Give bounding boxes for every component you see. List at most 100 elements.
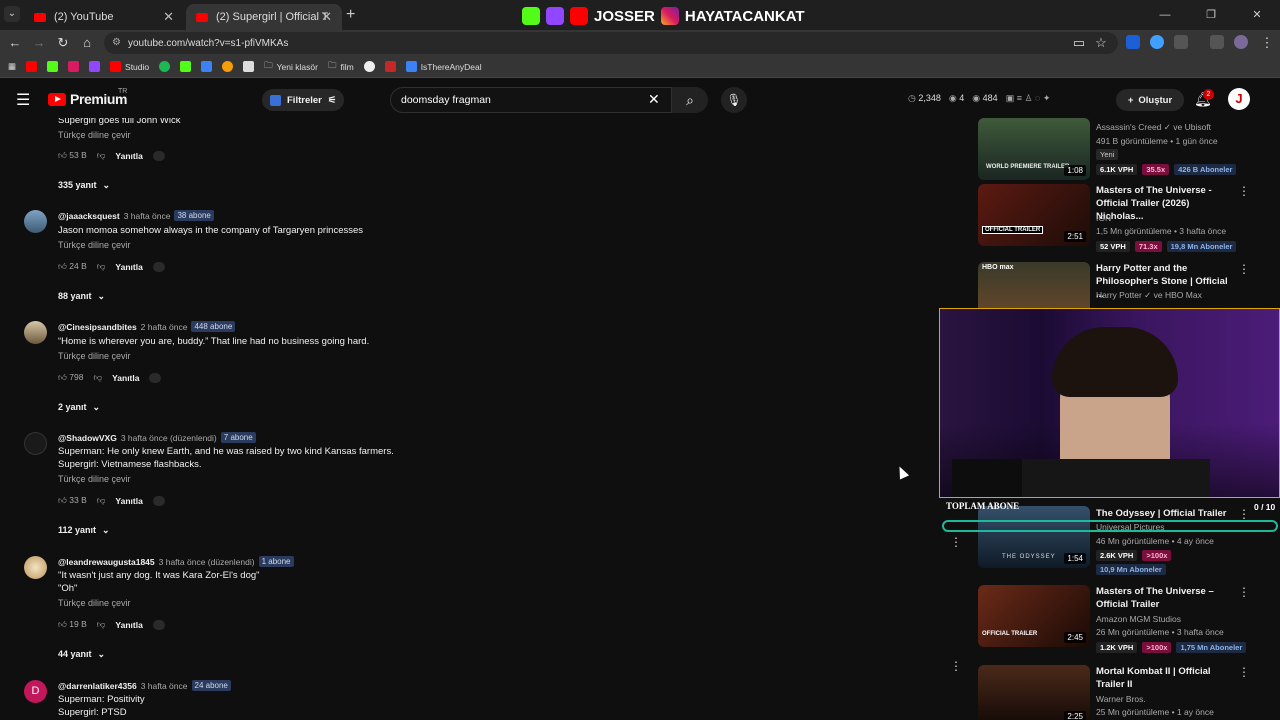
window-close-icon[interactable]: ✕ — [1234, 0, 1280, 30]
avatar[interactable] — [24, 321, 47, 344]
avatar[interactable]: D — [24, 680, 47, 703]
sidebar-video[interactable]: WORLD PREMIERE TRAILER 1:08 Assassin's C… — [978, 118, 1278, 180]
bookmark-other[interactable] — [222, 61, 234, 72]
comment-handle[interactable]: @darrenlatiker4356 — [58, 681, 137, 691]
dislike-icon[interactable]: 👎︎ — [93, 372, 102, 383]
tool-icons[interactable]: ▣ ≡ ♙ ◌ ✦ — [1006, 93, 1051, 104]
menu-icon[interactable]: ☰ — [16, 90, 30, 110]
dislike-icon[interactable]: 👎︎ — [97, 619, 106, 630]
new-tab-button[interactable]: + — [346, 6, 355, 24]
sidebar-video[interactable]: OFFICIAL TRAILER 2:45 Masters of The Uni… — [978, 585, 1278, 655]
close-icon[interactable]: ✕ — [163, 9, 174, 25]
translate-link[interactable]: Türkçe diline çevir — [58, 130, 131, 140]
video-title[interactable]: Masters of The Universe – Official Trail… — [1096, 585, 1232, 611]
browser-tab[interactable]: (2) YouTube ✕ — [24, 4, 184, 30]
reply-button[interactable]: Yanıtla — [115, 620, 142, 630]
extension-badge[interactable] — [152, 619, 165, 630]
replies-toggle[interactable]: 88 yanıt ⌄ — [58, 291, 105, 302]
channel-name[interactable]: Harry Potter ✓ ve HBO Max — [1096, 290, 1202, 301]
channel-name[interactable]: Assassin's Creed ✓ ve Ubisoft — [1096, 122, 1211, 133]
comment-time[interactable]: 3 hafta önce (düzenlendi) — [121, 433, 217, 443]
close-icon[interactable]: ✕ — [321, 9, 332, 25]
more-options-icon[interactable]: ⋮ — [1238, 585, 1250, 599]
tab-search-button[interactable]: ⌄ — [4, 6, 20, 22]
sidebar-video[interactable]: 2:25 Mortal Kombat II | Official Trailer… — [978, 665, 1278, 720]
bookmark-folder-yeni-klasor[interactable]: 🗀 Yeni klasör — [264, 60, 318, 74]
reply-button[interactable]: Yanıtla — [115, 496, 142, 506]
extension-badge[interactable] — [152, 150, 165, 161]
bookmark-other[interactable] — [201, 61, 213, 72]
bookmark-studio[interactable]: Studio — [110, 61, 149, 72]
channel-name[interactable]: IGN — [1096, 213, 1111, 223]
like-button[interactable]: 👍︎ 798 — [58, 372, 83, 383]
extension-badge[interactable] — [149, 372, 162, 383]
account-avatar[interactable]: J — [1228, 88, 1250, 110]
translate-link[interactable]: Türkçe diline çevir — [58, 474, 131, 484]
replies-toggle[interactable]: 2 yanıt ⌄ — [58, 402, 100, 413]
more-options-icon[interactable]: ⋮ — [1238, 262, 1250, 276]
maximize-icon[interactable]: ❐ — [1188, 0, 1234, 30]
like-button[interactable]: 👍︎ 53 B — [58, 150, 87, 161]
comment-time[interactable]: 3 hafta önce — [141, 681, 188, 691]
sidebar-video[interactable]: OFFICIAL TRAILER 2:51 Masters of The Uni… — [978, 184, 1278, 254]
video-thumbnail[interactable]: HBO max — [978, 262, 1090, 308]
bookmark-spotify[interactable] — [159, 61, 171, 72]
translate-link[interactable]: Türkçe diline çevir — [58, 351, 131, 361]
browser-tab-active[interactable]: (2) Supergirl | Official Trailer - Y ✕ — [186, 4, 342, 30]
extensions-puzzle-icon[interactable] — [1174, 35, 1188, 49]
filters-button[interactable]: Filtreler ⚟ — [262, 89, 345, 111]
more-options-icon[interactable]: ⋮ — [1238, 184, 1250, 198]
search-input[interactable]: doomsday fragman — [390, 87, 672, 113]
video-thumbnail[interactable]: WORLD PREMIERE TRAILER 1:08 — [978, 118, 1090, 180]
video-thumbnail[interactable]: OFFICIAL TRAILER 2:45 — [978, 585, 1090, 647]
home-icon[interactable]: ⌂ — [78, 34, 96, 52]
extension-badge[interactable] — [152, 261, 165, 272]
replies-toggle[interactable]: 112 yanıt ⌄ — [58, 525, 110, 536]
site-info-icon[interactable]: ⚙ — [112, 37, 121, 48]
extension-badge[interactable] — [152, 495, 165, 506]
replies-toggle[interactable]: 44 yanıt ⌄ — [58, 649, 105, 660]
comment-handle[interactable]: @leandrewaugusta1845 — [58, 557, 155, 567]
bookmark-star-icon[interactable]: ☆ — [1092, 34, 1110, 52]
video-title[interactable]: Masters of The Universe - Official Trail… — [1096, 184, 1232, 223]
reading-list-icon[interactable] — [1210, 35, 1224, 49]
bookmark-folder-film[interactable]: 🗀 film — [328, 60, 354, 74]
browser-menu-icon[interactable]: ⋮ — [1258, 34, 1276, 52]
translate-link[interactable]: Türkçe diline çevir — [58, 598, 131, 608]
microphone-icon[interactable]: 🎙 — [721, 87, 747, 113]
bookmark-other[interactable] — [384, 61, 396, 72]
bookmark-kick-2[interactable] — [180, 61, 192, 72]
bookmark-instagram[interactable] — [68, 61, 80, 72]
dislike-icon[interactable]: 👎︎ — [97, 261, 106, 272]
install-app-icon[interactable]: ▭ — [1070, 34, 1088, 52]
bookmark-other[interactable] — [363, 61, 375, 72]
reply-button[interactable]: Yanıtla — [115, 151, 142, 161]
dislike-icon[interactable]: 👎︎ — [97, 150, 106, 161]
video-title[interactable]: The Odyssey | Official Trailer — [1096, 507, 1246, 520]
more-options-icon[interactable]: ⋮ — [1238, 507, 1250, 521]
url-field[interactable]: ⚙ youtube.com/watch?v=s1-pfiVMKAs — [104, 32, 1118, 54]
create-button[interactable]: + Oluştur — [1116, 89, 1184, 111]
bookmark-other[interactable] — [243, 61, 255, 72]
reload-icon[interactable]: ↻ — [54, 34, 72, 52]
comment-time[interactable]: 2 hafta önce — [141, 322, 188, 332]
search-icon[interactable]: ⌕ — [672, 87, 708, 113]
youtube-premium-logo[interactable]: Premium — [48, 91, 128, 107]
comment-time[interactable]: 3 hafta önce — [124, 211, 171, 221]
reply-button[interactable]: Yanıtla — [115, 262, 142, 272]
bookmark-isthereanydeal[interactable]: IsThereAnyDeal — [405, 61, 482, 72]
replies-toggle[interactable]: 335 yanıt ⌄ — [58, 180, 110, 191]
comment-time[interactable]: 3 hafta önce (düzenlendi) — [159, 557, 255, 567]
profile-icon[interactable] — [1234, 35, 1248, 49]
sidebar-video[interactable]: THE ODYSSEY 1:54 The Odyssey | Official … — [978, 506, 1278, 576]
comment-handle[interactable]: @Cinesipsandbites — [58, 322, 137, 332]
video-title[interactable]: Mortal Kombat II | Official Trailer II — [1096, 665, 1232, 691]
back-icon[interactable]: ← — [6, 34, 24, 52]
extension-icon[interactable] — [1150, 35, 1164, 49]
avatar[interactable] — [24, 556, 47, 579]
avatar[interactable] — [24, 432, 47, 455]
translate-link[interactable]: Türkçe diline çevir — [58, 240, 131, 250]
clear-search-icon[interactable]: ✕ — [648, 91, 660, 108]
extension-icon[interactable] — [1126, 35, 1140, 49]
video-thumbnail[interactable]: OFFICIAL TRAILER 2:51 — [978, 184, 1090, 246]
